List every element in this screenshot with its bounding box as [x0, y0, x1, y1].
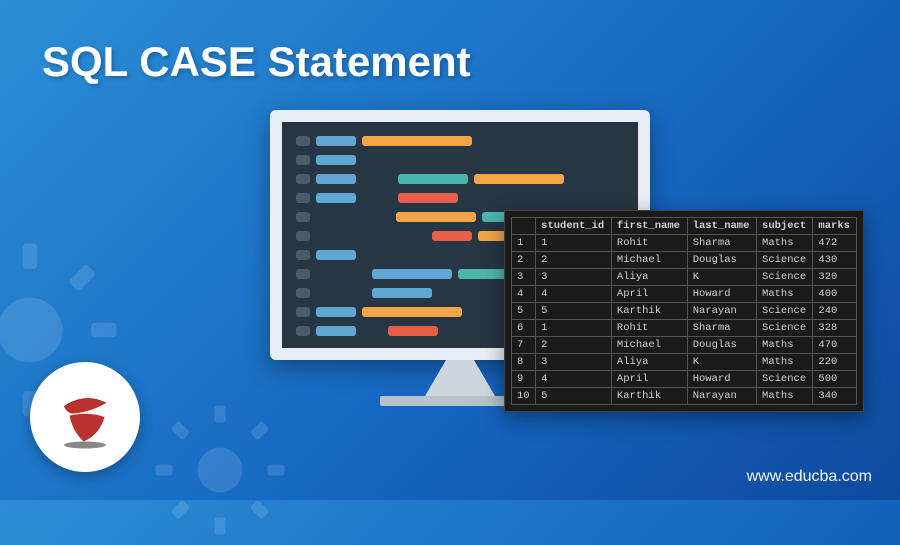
table-row: 33AliyaKScience320 — [512, 269, 857, 286]
table-row: 55KarthikNarayanScience240 — [512, 303, 857, 320]
table-row: 72MichaelDouglasMaths470 — [512, 337, 857, 354]
column-header: subject — [757, 218, 813, 235]
table-row: 105KarthikNarayanMaths340 — [512, 388, 857, 405]
table-row: 22MichaelDouglasScience430 — [512, 252, 857, 269]
page-title: SQL CASE Statement — [42, 38, 471, 86]
sql-server-logo-icon — [30, 362, 140, 472]
table-row: 61RohitSharmaScience328 — [512, 320, 857, 337]
column-header — [512, 218, 536, 235]
website-url: www.educba.com — [747, 468, 872, 486]
column-header: first_name — [611, 218, 687, 235]
table-row: 44AprilHowardMaths400 — [512, 286, 857, 303]
column-header: marks — [813, 218, 857, 235]
column-header: student_id — [536, 218, 612, 235]
results-table: student_idfirst_namelast_namesubjectmark… — [511, 217, 857, 405]
table-row: 83AliyaKMaths220 — [512, 354, 857, 371]
column-header: last_name — [687, 218, 756, 235]
gear-icon — [150, 400, 290, 540]
sql-output-terminal: student_idfirst_namelast_namesubjectmark… — [504, 210, 864, 412]
table-row: 11RohitSharmaMaths472 — [512, 235, 857, 252]
table-row: 94AprilHowardScience500 — [512, 371, 857, 388]
